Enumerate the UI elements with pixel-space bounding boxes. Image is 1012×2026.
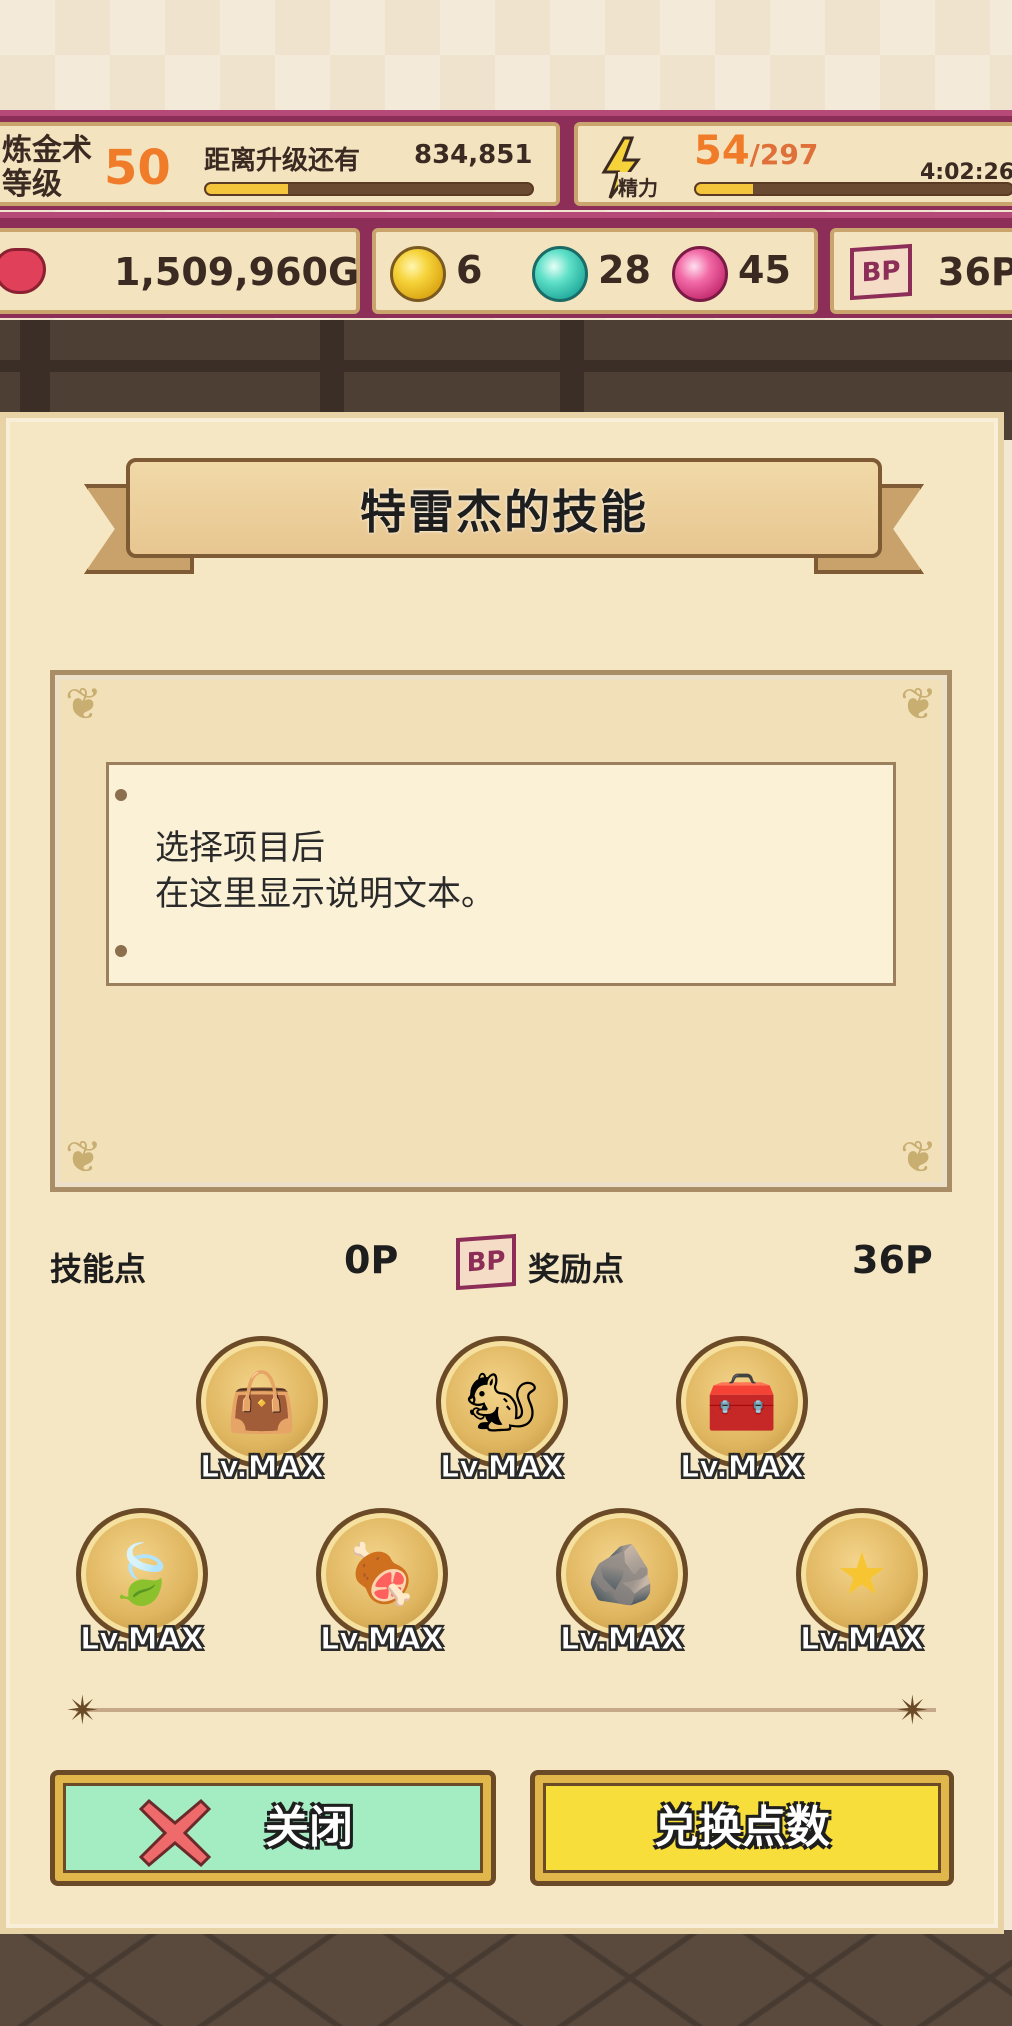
exchange-points-button[interactable]: 兑换点数 (530, 1770, 954, 1886)
ore-icon: 🪨 (585, 1540, 659, 1608)
pink-gem-count: 45 (738, 248, 791, 292)
stamina-progress-fill (696, 184, 753, 194)
skill-meat[interactable]: 🍖 Lv.MAX (312, 1508, 452, 1660)
dialog-title: 特雷杰的技能 (360, 485, 648, 539)
treasure-chest-icon: 🧰 (705, 1368, 779, 1436)
stamina-panel[interactable]: 精力 54/297 4:02:26 (574, 122, 1012, 206)
bp-icon: BP (456, 1233, 516, 1291)
skill-points-value: 0P (344, 1238, 399, 1282)
yellow-gem-icon (390, 246, 446, 302)
skill-squirrel[interactable]: 🐿 Lv.MAX (432, 1336, 572, 1488)
bp-panel[interactable]: BP 36P (830, 228, 1012, 314)
title-ribbon: 特雷杰的技能 (84, 448, 924, 580)
alchemy-level-value: 50 (104, 140, 171, 196)
close-button-label: 关闭 (265, 1802, 353, 1853)
skills-dialog: 特雷杰的技能 ❦ ❦ ❦ ❦ 选择项目后 在这里显示说明文本。 技能点 0P B… (0, 412, 1004, 1934)
skill-level-label: Lv.MAX (560, 1622, 685, 1658)
leaf-ornament-icon: ❦ (900, 679, 937, 730)
leaf-ornament-icon: ❦ (65, 1132, 102, 1183)
skill-level-label: Lv.MAX (680, 1450, 805, 1486)
skill-level-label: Lv.MAX (800, 1622, 925, 1658)
bonus-points-label: 奖励点 (528, 1250, 625, 1288)
sparkle-icon: ✴ (896, 1688, 930, 1734)
currency-bar: 1,509,960G 6 28 45 BP 36P (0, 212, 1012, 318)
description-text: 选择项目后 在这里显示说明文本。 (155, 828, 495, 914)
star-icon: ★ (836, 1540, 888, 1608)
leaf-ornament-icon: ❦ (900, 1132, 937, 1183)
skill-level-label: Lv.MAX (200, 1450, 325, 1486)
yellow-gem-count: 6 (456, 248, 483, 292)
skill-points-label: 技能点 (50, 1250, 147, 1288)
stamina-value: 54/297 (694, 128, 819, 174)
gold-value: 1,509,960G (114, 250, 360, 294)
status-bar: 炼金术 等级 50 距离升级还有 834,851 精力 54/297 4:02:… (0, 110, 1012, 210)
pink-gem-icon (672, 246, 728, 302)
skill-treasure-chest[interactable]: 🧰 Lv.MAX (672, 1336, 812, 1488)
skill-star[interactable]: ★ Lv.MAX (792, 1508, 932, 1660)
divider (76, 1708, 936, 1712)
bp-value: 36P (938, 250, 1012, 294)
exp-remaining-value: 834,851 (414, 140, 533, 170)
skill-level-label: Lv.MAX (320, 1622, 445, 1658)
bonus-points-value: 36P (852, 1238, 933, 1282)
gold-panel[interactable]: 1,509,960G (0, 228, 360, 314)
skill-level-label: Lv.MAX (80, 1622, 205, 1658)
skill-leaf[interactable]: 🍃 Lv.MAX (72, 1508, 212, 1660)
cyan-gem-count: 28 (598, 248, 651, 292)
leaf-ornament-icon: ❦ (65, 679, 102, 730)
bp-icon: BP (850, 243, 912, 301)
meat-icon: 🍖 (345, 1540, 419, 1608)
skill-level-label: Lv.MAX (440, 1450, 565, 1486)
bag-icon: 👜 (225, 1368, 299, 1436)
points-row: 技能点 0P BP 奖励点 36P (6, 1233, 1006, 1294)
skill-ore[interactable]: 🪨 Lv.MAX (552, 1508, 692, 1660)
description-box: 选择项目后 在这里显示说明文本。 (106, 762, 896, 986)
skill-bag[interactable]: 👜 Lv.MAX (192, 1336, 332, 1488)
stamina-tag: 精力 (618, 172, 658, 201)
close-icon (138, 1798, 212, 1868)
exp-progress-bar (204, 182, 534, 196)
exp-progress-fill (206, 184, 288, 194)
close-button[interactable]: 关闭 (50, 1770, 496, 1886)
floor-background (0, 1930, 1012, 2026)
exchange-button-label: 兑换点数 (654, 1802, 830, 1853)
stamina-progress-bar (694, 182, 1012, 196)
alchemy-level-label: 炼金术 等级 (2, 133, 92, 202)
leaf-icon: 🍃 (105, 1540, 179, 1608)
to-next-level-label: 距离升级还有 (204, 146, 361, 176)
cyan-gem-icon (532, 246, 588, 302)
alchemy-level-panel[interactable]: 炼金术 等级 50 距离升级还有 834,851 (0, 122, 560, 206)
gems-panel[interactable]: 6 28 45 (372, 228, 818, 314)
purse-icon (0, 248, 46, 294)
sparkle-icon: ✴ (66, 1688, 100, 1734)
squirrel-icon: 🐿 (465, 1368, 539, 1436)
